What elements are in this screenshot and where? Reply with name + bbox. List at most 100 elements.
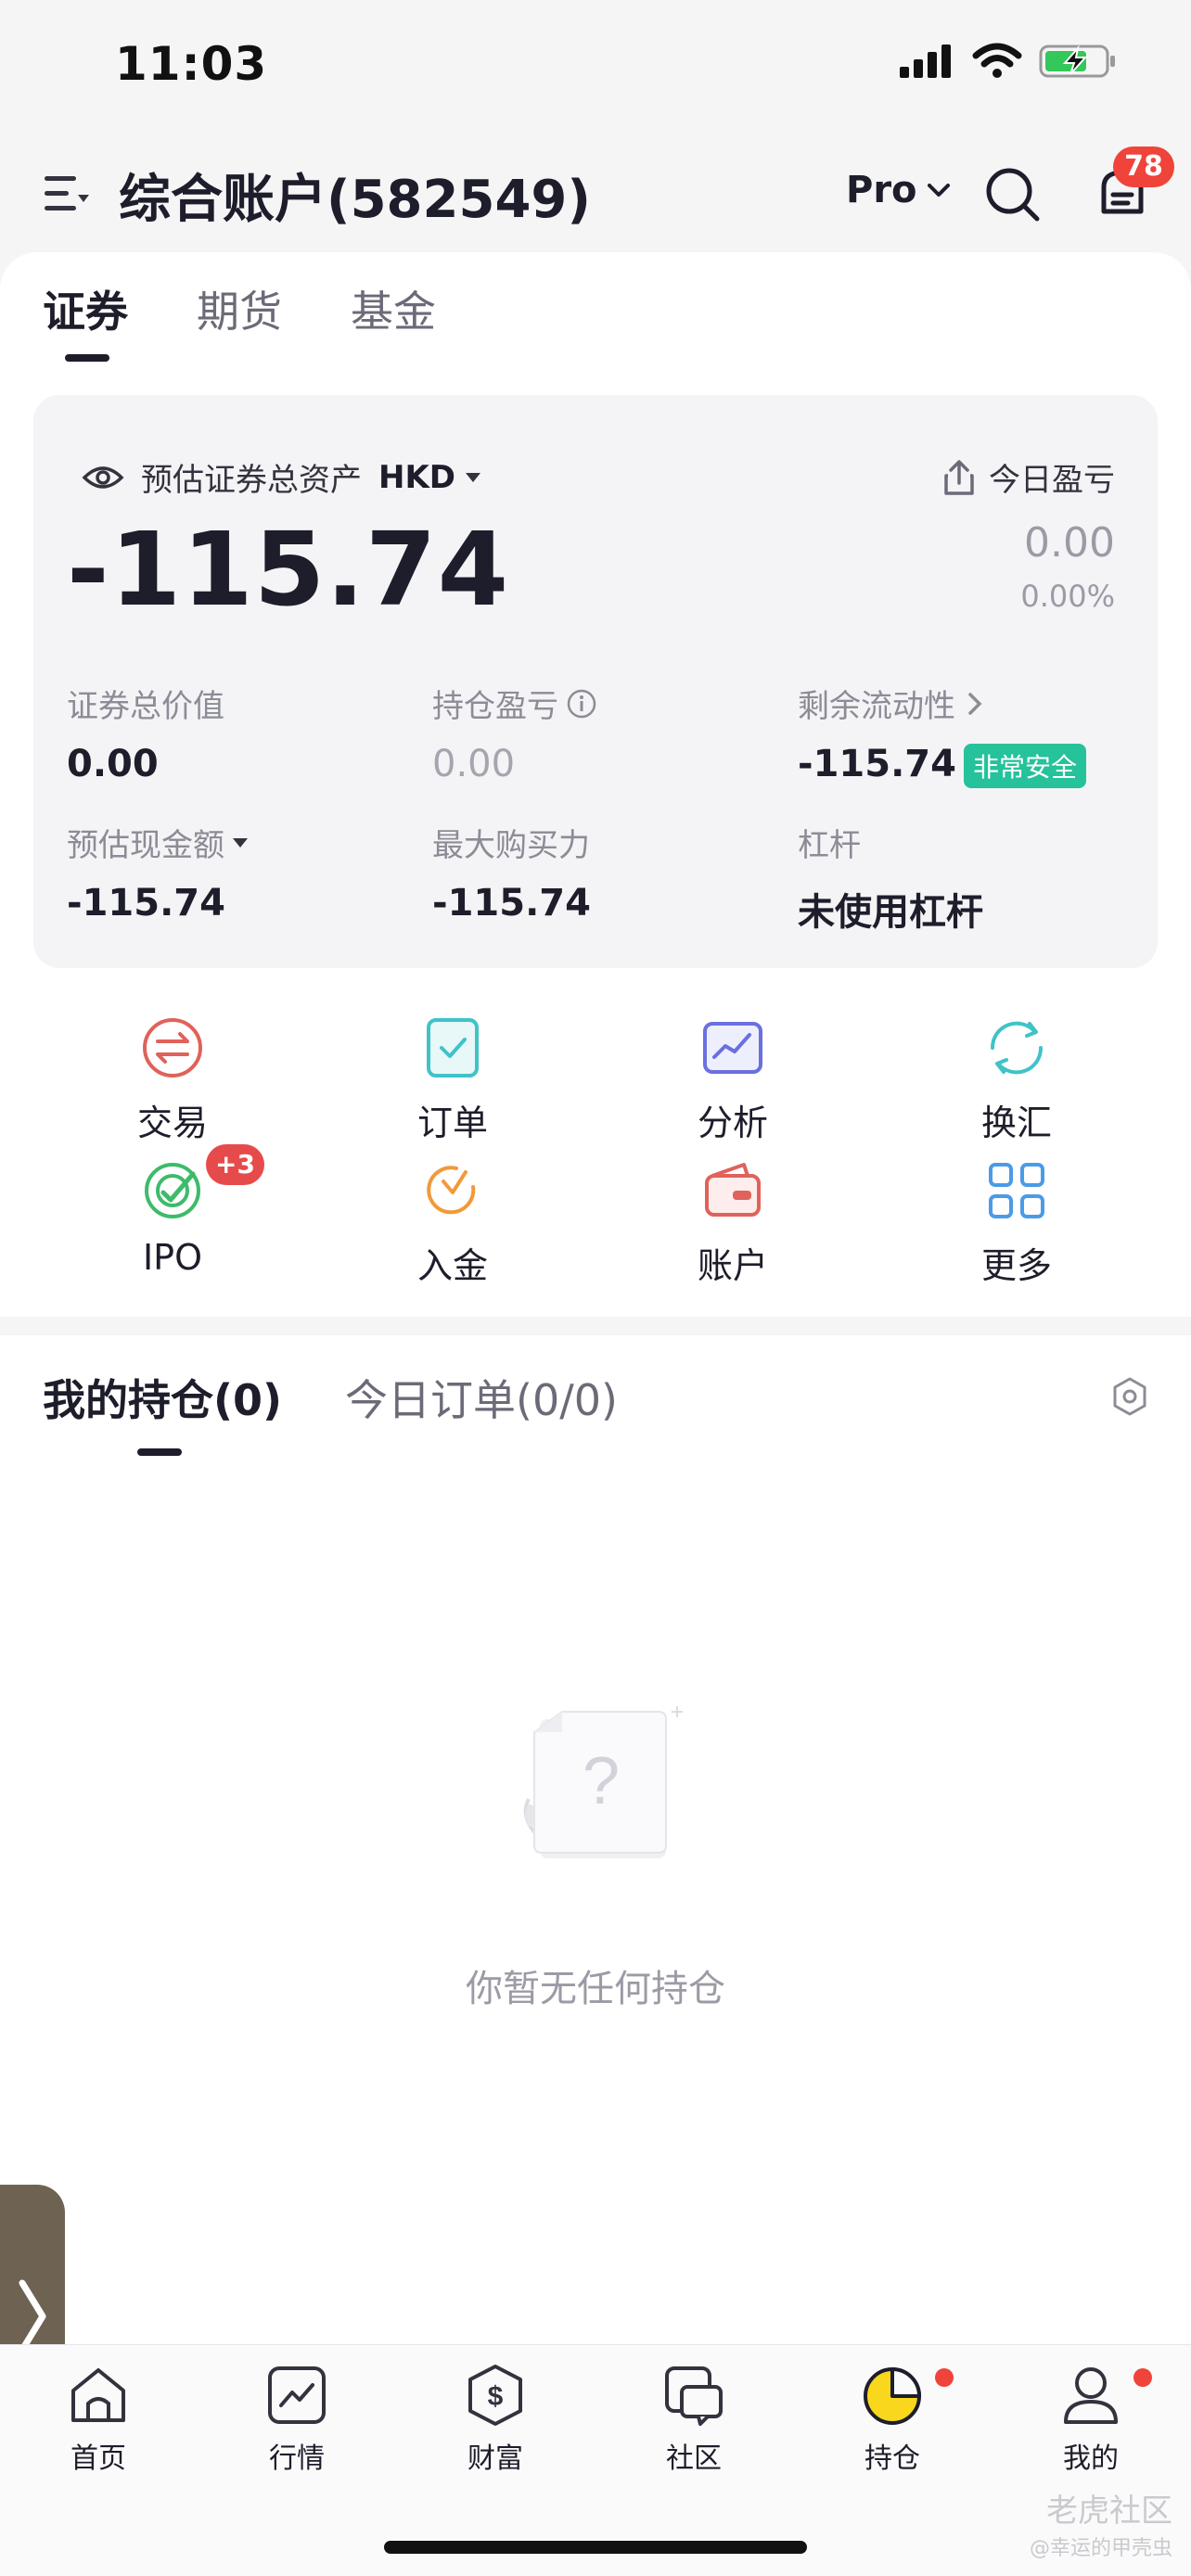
deposit-icon xyxy=(427,1166,476,1215)
tab-funds[interactable]: 基金 xyxy=(351,278,436,339)
chevron-right-icon xyxy=(968,692,982,715)
metric-estimated-cash[interactable]: 预估现金额 -115.74 xyxy=(67,820,249,925)
metric-leverage: 杠杆 未使用杠杆 xyxy=(798,820,983,936)
nav-label: 行情 xyxy=(269,2442,325,2475)
eye-icon[interactable] xyxy=(82,463,124,492)
today-pnl-percent: 0.00% xyxy=(1020,579,1115,614)
metric-label: 证券总价值 xyxy=(67,688,224,725)
grid-more-icon xyxy=(989,1163,1044,1218)
total-assets-label: 预估证券总资产 xyxy=(141,462,362,499)
metric-label: 预估现金额 xyxy=(67,827,224,864)
metric-securities-value: 证券总价值 0.00 xyxy=(67,681,224,785)
metric-max-buying-power: 最大购买力 -115.74 xyxy=(432,820,591,925)
safety-badge: 非常安全 xyxy=(963,744,1086,788)
metric-label: 杠杆 xyxy=(798,827,861,864)
metric-label: 持仓盈亏 xyxy=(432,688,558,725)
metric-value: -115.74 xyxy=(432,882,591,925)
wealth-dollar-icon: $ xyxy=(468,2365,522,2426)
holdings-tab-indicator xyxy=(137,1448,182,1456)
settings-icon[interactable] xyxy=(1109,1376,1150,1417)
action-label: 更多 xyxy=(980,1245,1052,1286)
metric-label: 最大购买力 xyxy=(432,827,590,864)
action-more[interactable]: 更多 xyxy=(924,1154,1109,1288)
nav-community[interactable]: 社区 xyxy=(620,2363,768,2476)
action-label: 换汇 xyxy=(980,1103,1052,1143)
home-icon xyxy=(71,2368,125,2422)
metric-value: 未使用杠杆 xyxy=(798,891,983,934)
exchange-arrows-icon xyxy=(143,1018,202,1078)
action-label: 入金 xyxy=(416,1245,488,1286)
notification-dot xyxy=(1133,2368,1152,2387)
tab-today-orders[interactable]: 今日订单(0/0) xyxy=(345,1367,618,1428)
nav-wealth[interactable]: $ 财富 xyxy=(421,2363,570,2476)
nav-label: 财富 xyxy=(467,2442,523,2475)
today-pnl-label-row[interactable]: 今日盈亏 xyxy=(942,454,1115,500)
metric-value: 0.00 xyxy=(432,743,516,785)
total-assets-label-row: 预估证券总资产 HKD xyxy=(82,454,481,500)
today-pnl-label: 今日盈亏 xyxy=(989,462,1115,499)
nav-label: 持仓 xyxy=(864,2442,920,2475)
tab-active-indicator xyxy=(65,354,109,362)
pro-mode-selector[interactable]: Pro xyxy=(846,169,951,211)
action-currency-exchange[interactable]: 换汇 xyxy=(924,1011,1109,1145)
menu-icon[interactable] xyxy=(43,169,93,219)
currency-label: HKD xyxy=(378,458,456,496)
action-label: 分析 xyxy=(697,1103,768,1143)
action-deposit[interactable]: 入金 xyxy=(360,1154,545,1288)
watermark: 老虎社区 xyxy=(1046,2493,1172,2530)
action-orders[interactable]: 订单 xyxy=(360,1011,545,1145)
nav-label: 我的 xyxy=(1063,2442,1119,2475)
metric-value: -115.74 xyxy=(67,882,225,925)
ipo-target-icon xyxy=(145,1163,200,1218)
watermark-sub: @幸运的甲壳虫 xyxy=(1029,2537,1172,2560)
community-chat-icon xyxy=(665,2366,723,2426)
tab-futures[interactable]: 期货 xyxy=(197,278,282,339)
tab-securities[interactable]: 证券 xyxy=(43,278,128,339)
home-indicator[interactable] xyxy=(384,2541,807,2554)
share-icon xyxy=(944,459,974,495)
ipo-count-badge: +3 xyxy=(206,1144,264,1185)
metric-value: -115.74 xyxy=(798,743,956,785)
analysis-chart-icon xyxy=(703,1022,762,1074)
tab-my-holdings[interactable]: 我的持仓(0) xyxy=(43,1367,282,1428)
action-account[interactable]: 账户 xyxy=(640,1154,826,1288)
action-label: 账户 xyxy=(697,1245,768,1286)
currency-swap-icon xyxy=(990,1021,1044,1075)
account-title[interactable]: 综合账户(582549) xyxy=(119,158,591,233)
action-label: 交易 xyxy=(136,1103,208,1143)
pro-label: Pro xyxy=(846,169,917,211)
svg-text:?: ? xyxy=(583,1744,620,1818)
nav-label: 首页 xyxy=(70,2442,126,2475)
market-chart-icon xyxy=(268,2366,326,2424)
wallet-icon xyxy=(705,1163,761,1217)
nav-label: 社区 xyxy=(666,2442,722,2475)
metric-position-pnl: 持仓盈亏 0.00 xyxy=(432,681,597,785)
holdings-pie-icon xyxy=(864,2367,921,2425)
profile-icon xyxy=(1064,2367,1118,2424)
asset-class-tabs: 证券 期货 基金 xyxy=(43,278,436,339)
total-assets-value: -115.74 xyxy=(67,510,510,629)
info-icon[interactable] xyxy=(566,688,597,720)
action-analysis[interactable]: 分析 xyxy=(640,1011,826,1145)
action-trade[interactable]: 交易 xyxy=(80,1011,265,1145)
cellular-signal-icon xyxy=(900,45,951,78)
wifi-icon xyxy=(972,43,1022,78)
search-icon[interactable] xyxy=(981,163,1043,224)
status-time: 11:03 xyxy=(115,37,268,91)
nav-home[interactable]: 首页 xyxy=(24,2363,173,2476)
today-pnl-value: 0.00 xyxy=(1024,519,1115,567)
order-check-icon xyxy=(427,1018,479,1078)
metric-remaining-liquidity[interactable]: 剩余流动性 -115.74 非常安全 xyxy=(798,681,1086,788)
action-label: 订单 xyxy=(416,1103,488,1143)
message-count-badge: 78 xyxy=(1113,147,1174,187)
metric-value: 0.00 xyxy=(67,743,159,785)
caret-down-icon xyxy=(466,472,481,482)
metric-label: 剩余流动性 xyxy=(798,688,955,725)
empty-document-icon: ? xyxy=(523,1706,683,1858)
svg-text:$: $ xyxy=(488,2381,504,2412)
chevron-down-icon xyxy=(927,184,950,197)
action-label: IPO xyxy=(142,1237,203,1278)
empty-holdings-text: 你暂无任何持仓 xyxy=(466,1968,725,2010)
nav-market[interactable]: 行情 xyxy=(223,2363,371,2476)
currency-selector[interactable]: HKD xyxy=(378,459,481,496)
